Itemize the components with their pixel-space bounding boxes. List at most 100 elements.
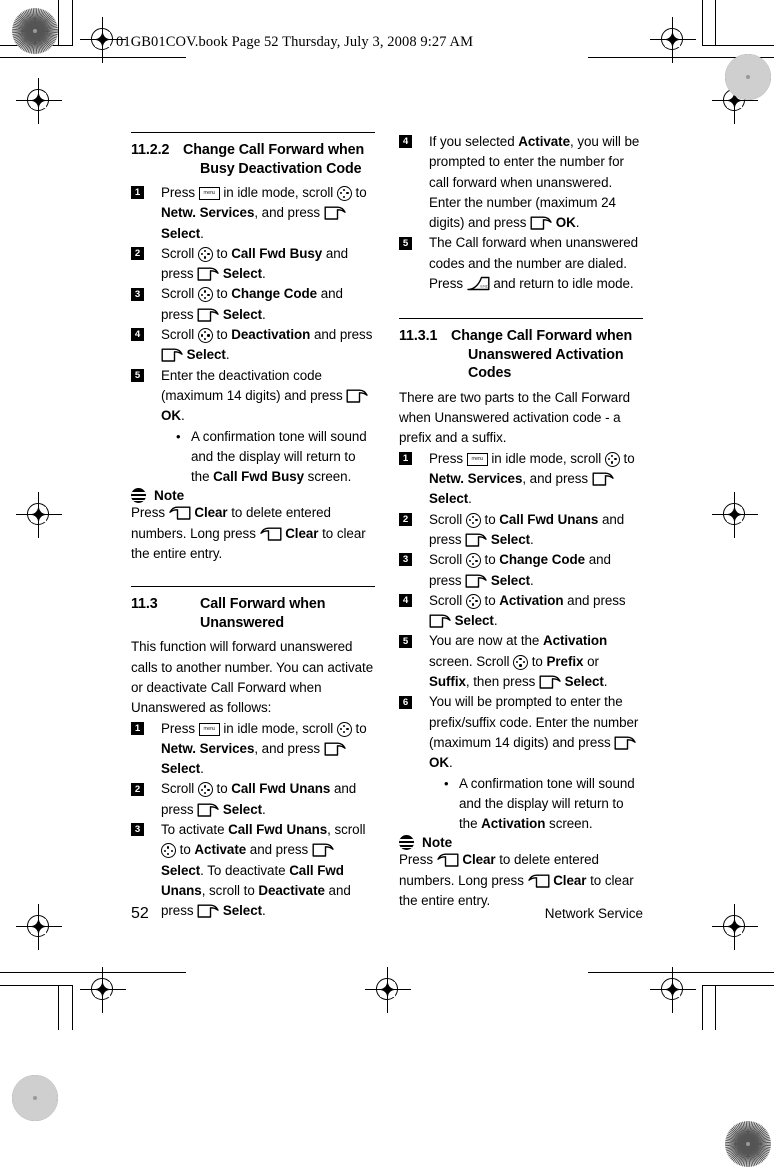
- emphasised-term: Deactivate: [258, 882, 325, 898]
- note-body-left: Press Clear to delete entered numbers. L…: [131, 505, 366, 562]
- emphasised-term: Activation: [499, 592, 564, 608]
- note-label: Note: [422, 835, 453, 851]
- left-column: 11.2.2 Change Call Forward when Busy Dea…: [131, 132, 375, 922]
- step-number-badge: 4: [131, 328, 144, 342]
- left-soft-key-icon: [592, 471, 614, 487]
- note-body-right: Press Clear to delete entered numbers. L…: [399, 852, 634, 908]
- numbered-step: 1 Press menu in idle mode, scroll to Netw…: [131, 183, 375, 244]
- emphasised-term: Select: [222, 306, 262, 322]
- step-text: Enter the deactivation code (maximum 14 …: [161, 368, 368, 424]
- heading-11-3-1: 11.3.1 Change Call Forward when Unanswer…: [399, 327, 643, 383]
- left-soft-key-icon: [465, 532, 487, 548]
- heading-title-line2: Unanswered Activation: [468, 346, 624, 363]
- emphasised-term: Call Fwd Unans: [499, 511, 599, 527]
- right-soft-clear-key-icon: [259, 526, 282, 542]
- emphasised-term: Select: [454, 613, 494, 629]
- page-number: 52: [131, 905, 149, 922]
- step-number-badge: 3: [399, 553, 412, 567]
- emphasised-term: Prefix: [546, 653, 584, 669]
- step-text: Scroll to Change Code and press Select.: [429, 552, 611, 589]
- emphasised-term: Select: [222, 801, 262, 817]
- left-soft-key-icon: [465, 573, 487, 589]
- registration-mark-bottom-right: [650, 967, 696, 1013]
- emphasised-term: Activation: [481, 816, 546, 832]
- heading-title-line3: Codes: [468, 365, 512, 382]
- menu-key-icon: menu: [198, 187, 220, 200]
- left-soft-key-icon: [539, 674, 561, 690]
- emphasised-term: OK: [429, 755, 449, 771]
- right-soft-clear-key-icon: [436, 852, 459, 868]
- heading-number: 11.2.2: [131, 142, 170, 158]
- trim-box-top-right-v: [702, 0, 704, 46]
- navigation-scroll-key-icon: [336, 721, 352, 737]
- step-number-badge: 1: [131, 721, 144, 735]
- emphasised-term: Suffix: [429, 674, 466, 690]
- emphasised-term: Deactivation: [231, 327, 311, 343]
- navigation-scroll-key-icon: [604, 451, 620, 467]
- end-call-key-icon: END: [466, 276, 490, 291]
- section-rule-11-3-1: [399, 318, 643, 320]
- steps-11-3: 1 Press menu in idle mode, scroll to Netw…: [131, 719, 375, 922]
- heading-number: 11.3.1: [399, 328, 438, 345]
- steps-11-2-2: 1 Press menu in idle mode, scroll to Netw…: [131, 183, 375, 487]
- step-number-badge: 4: [399, 594, 412, 608]
- left-soft-key-icon: [312, 842, 334, 858]
- emphasised-term: Call Fwd Unans: [231, 781, 331, 797]
- footer-section-name: Network Service: [544, 906, 643, 921]
- navigation-scroll-key-icon: [336, 186, 352, 201]
- resolution-target-bottom-left: [12, 1075, 58, 1121]
- emphasised-term: Select: [490, 572, 530, 588]
- numbered-step: 5 You are now at the Activation screen. S…: [399, 631, 643, 692]
- note-header-left: Note: [131, 488, 375, 504]
- step-text: Scroll to Deactivation and press Select.: [161, 327, 373, 363]
- left-soft-key-icon: [197, 266, 219, 282]
- heading-title-line1: Call Forward when: [200, 596, 326, 613]
- step-number-badge: 6: [399, 695, 412, 709]
- printed-page-sheet: 01GB01COV.book Page 52 Thursday, July 3,…: [0, 0, 774, 1167]
- step-number-badge: 2: [131, 782, 144, 796]
- crop-line-bottom-left-v: [58, 985, 60, 1030]
- section-rule-11-2-2: [131, 132, 375, 133]
- step-text: Press menu in idle mode, scroll to Netw.…: [161, 185, 367, 241]
- page-footer: 52 Network Service: [131, 905, 643, 923]
- trim-box-top-left-v: [72, 0, 74, 46]
- step-text: Scroll to Call Fwd Unans and press Selec…: [429, 511, 625, 548]
- emphasised-term: Call Fwd Unans: [228, 822, 328, 838]
- heading-11-2-2: 11.2.2 Change Call Forward when Busy Dea…: [131, 141, 375, 178]
- numbered-step: 2 Scroll to Call Fwd Unans and press Sele…: [131, 779, 375, 820]
- numbered-step: 5 The Call forward when unanswered codes …: [399, 233, 643, 294]
- emphasised-term: Select: [564, 674, 604, 690]
- step-text: Scroll to Call Fwd Busy and press Select…: [161, 245, 349, 282]
- navigation-scroll-key-icon: [197, 287, 213, 303]
- left-soft-key-icon: [429, 613, 451, 629]
- book-file-header: 01GB01COV.book Page 52 Thursday, July 3,…: [116, 34, 474, 50]
- navigation-scroll-key-icon: [161, 843, 176, 859]
- right-soft-clear-key-icon: [527, 873, 550, 889]
- crop-line-top-left-h: [0, 57, 186, 59]
- numbered-step: 3 Scroll to Change Code and press Select.: [399, 550, 643, 591]
- step-text: To activate Call Fwd Unans, scroll to Ac…: [161, 822, 366, 919]
- emphasised-term: Clear: [553, 872, 587, 888]
- emphasised-term: OK: [555, 215, 576, 231]
- registration-mark-top-left: [80, 17, 126, 63]
- step-text: Scroll to Call Fwd Unans and press Selec…: [161, 781, 357, 818]
- emphasised-term: Select: [222, 266, 262, 282]
- numbered-step: 5 Enter the deactivation code (maximum 14…: [131, 366, 375, 488]
- emphasised-term: OK: [161, 408, 181, 424]
- bullet-item: A confirmation tone will sound and the d…: [175, 427, 375, 488]
- page-content: 11.2.2 Change Call Forward when Busy Dea…: [131, 132, 643, 922]
- numbered-step: 6 You will be prompted to enter the prefi…: [399, 692, 643, 834]
- right-column: 4 If you selected Activate, you will be p…: [399, 132, 643, 922]
- navigation-scroll-key-icon: [465, 553, 481, 569]
- registration-mark-bottom-center: [365, 967, 411, 1013]
- numbered-step: 1 Press menu in idle mode, scroll to Netw…: [399, 449, 643, 510]
- step-text: Scroll to Change Code and press Select.: [161, 286, 343, 322]
- intro-11-3: This function will forward unanswered ca…: [131, 639, 374, 716]
- resolution-target-top-right: [725, 54, 771, 100]
- step-text: The Call forward when unanswered codes a…: [429, 235, 639, 292]
- navigation-scroll-key-icon: [197, 782, 213, 798]
- step-number-badge: 5: [399, 236, 412, 250]
- left-soft-key-icon: [197, 802, 219, 818]
- left-soft-key-icon: [324, 205, 346, 221]
- crop-line-bottom-right-v: [715, 985, 717, 1030]
